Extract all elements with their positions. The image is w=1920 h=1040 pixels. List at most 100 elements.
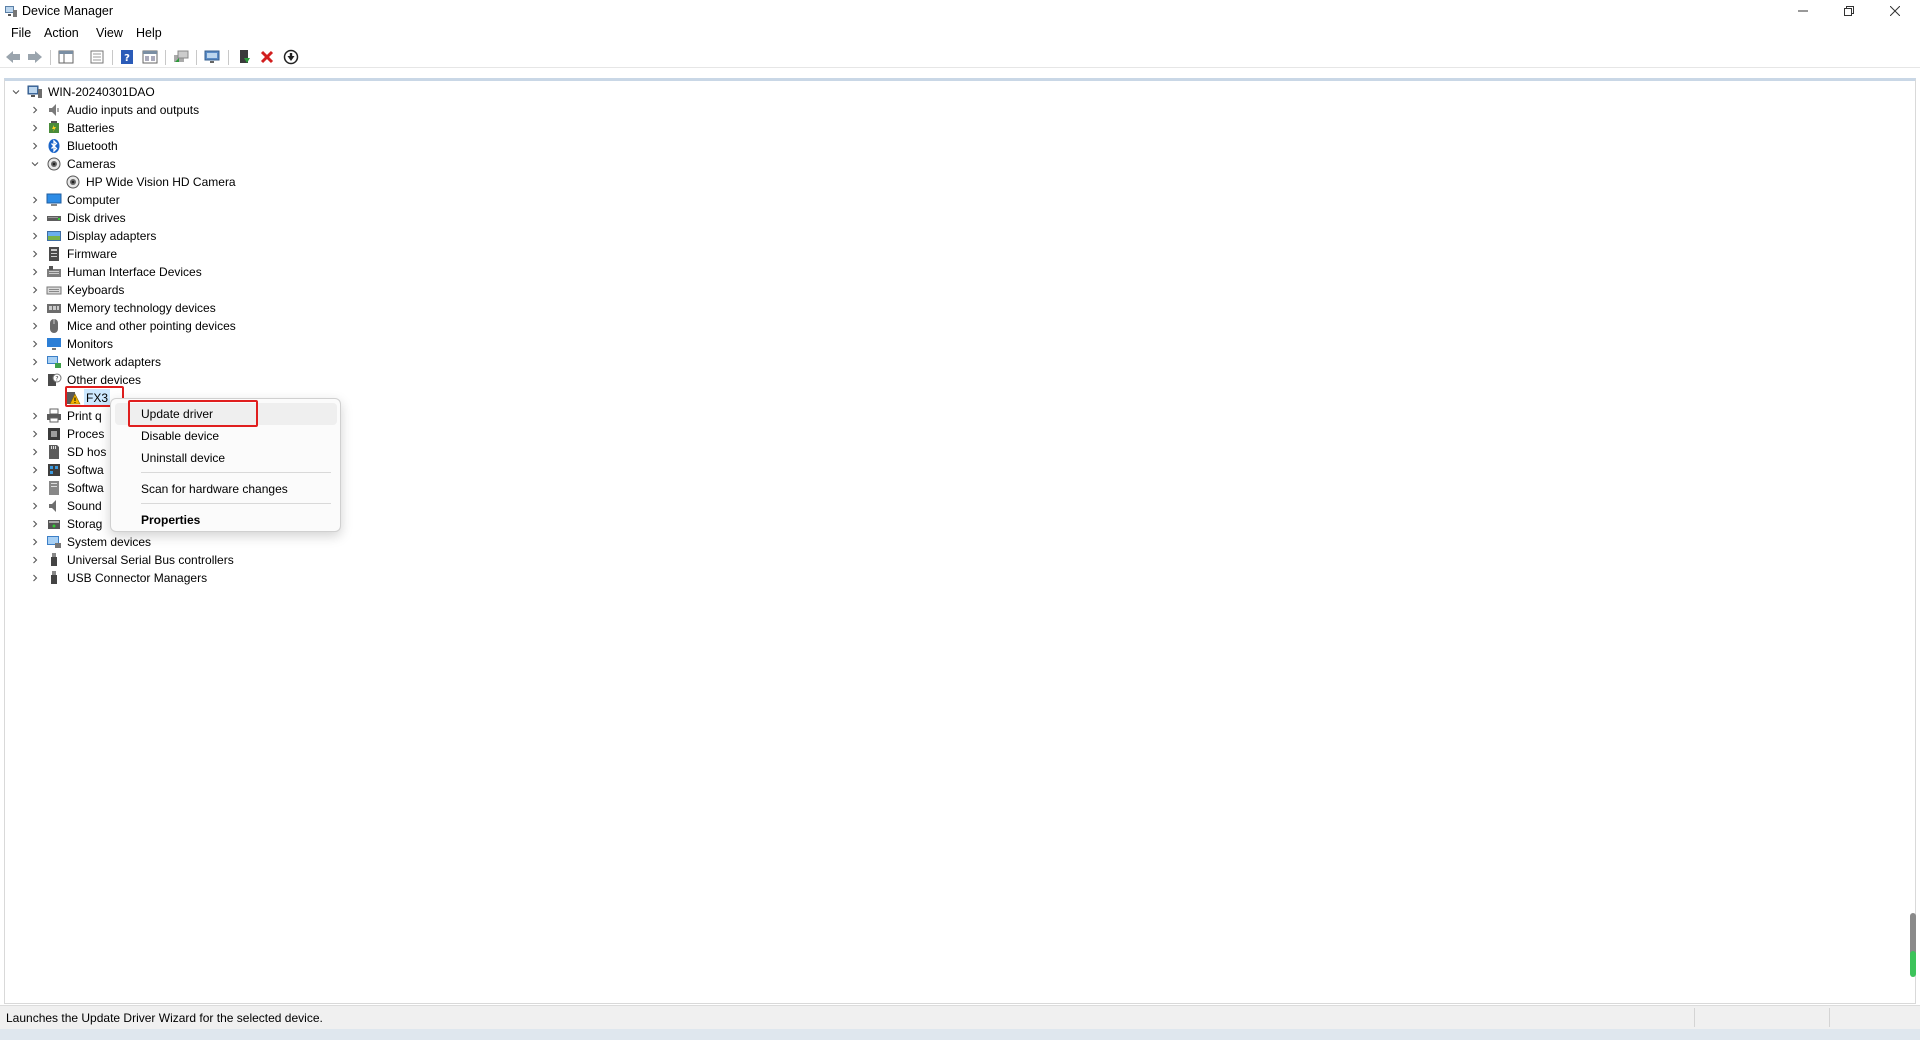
firmware-icon (46, 246, 62, 262)
tree-category[interactable]: Network adapters (30, 353, 163, 371)
ctx-disable-device[interactable]: Disable device (115, 425, 337, 447)
tree-category[interactable]: Proces (30, 425, 106, 443)
chevron-right-icon[interactable] (30, 195, 40, 205)
printer-icon (46, 408, 62, 424)
menu-help[interactable]: Help (134, 26, 164, 40)
chevron-right-icon[interactable] (30, 411, 40, 421)
tree-category[interactable]: Softwa (30, 461, 106, 479)
menu-action[interactable]: Action (42, 26, 81, 40)
svg-text:?: ? (124, 53, 130, 64)
chevron-right-icon[interactable] (30, 249, 40, 259)
chevron-right-icon[interactable] (30, 555, 40, 565)
tree-item-label: Storag (67, 517, 103, 531)
camera-icon (65, 174, 81, 190)
tree-category[interactable]: Batteries (30, 119, 116, 137)
chevron-right-icon[interactable] (30, 303, 40, 313)
chevron-right-icon[interactable] (30, 213, 40, 223)
chevron-right-icon[interactable] (30, 123, 40, 133)
minimize-button[interactable] (1780, 0, 1826, 22)
chevron-right-icon[interactable] (30, 519, 40, 529)
tree-category[interactable]: Disk drives (30, 209, 128, 227)
scan-hardware-icon[interactable] (204, 49, 222, 65)
tree-category[interactable]: Print q (30, 407, 104, 425)
chevron-right-icon[interactable] (30, 573, 40, 583)
device-tree-pane[interactable]: WIN-20240301DAO Audio inputs and outputs B… (4, 78, 1916, 1004)
root-computer-icon (27, 84, 43, 100)
show-hide-tree-icon[interactable] (57, 49, 75, 65)
tree-category[interactable]: Monitors (30, 335, 115, 353)
chevron-right-icon[interactable] (30, 267, 40, 277)
chevron-right-icon[interactable] (30, 483, 40, 493)
window-title: Device Manager (22, 4, 114, 18)
chevron-right-icon[interactable] (30, 429, 40, 439)
vertical-scrollbar[interactable] (1908, 81, 1916, 1001)
tree-category[interactable]: Display adapters (30, 227, 158, 245)
ctx-uninstall-device[interactable]: Uninstall device (115, 447, 337, 469)
processor-icon (46, 426, 62, 442)
tree-category[interactable]: Softwa (30, 479, 106, 497)
chevron-right-icon[interactable] (30, 321, 40, 331)
tree-category[interactable]: Firmware (30, 245, 119, 263)
chevron-right-icon[interactable] (30, 501, 40, 511)
tree-device[interactable]: HP Wide Vision HD Camera (49, 173, 238, 191)
tree-category[interactable]: SD hos (30, 443, 108, 461)
usb-icon (46, 570, 62, 586)
chevron-right-icon[interactable] (30, 285, 40, 295)
tree-category[interactable]: Bluetooth (30, 137, 120, 155)
system-devices-icon (46, 534, 62, 550)
uninstall-device-icon[interactable] (258, 49, 276, 65)
tree-root[interactable]: WIN-20240301DAO (11, 83, 157, 101)
tree-category[interactable]: Human Interface Devices (30, 263, 204, 281)
chevron-right-icon[interactable] (30, 231, 40, 241)
chevron-right-icon[interactable] (30, 105, 40, 115)
chevron-down-icon[interactable] (30, 375, 40, 385)
chevron-right-icon[interactable] (30, 465, 40, 475)
tree-category[interactable]: Cameras (30, 155, 118, 173)
toolbar-separator (112, 50, 113, 65)
chevron-down-icon[interactable] (30, 159, 40, 169)
toolbar-separator (50, 50, 51, 65)
tree-category[interactable]: Keyboards (30, 281, 126, 299)
chevron-right-icon[interactable] (30, 357, 40, 367)
menu-view[interactable]: View (94, 26, 125, 40)
tree-item-label: Audio inputs and outputs (67, 103, 200, 117)
camera-icon (46, 156, 62, 172)
resources-view-icon[interactable] (141, 49, 159, 65)
tree-category[interactable]: USB Connector Managers (30, 569, 209, 587)
tree-category[interactable]: System devices (30, 533, 153, 551)
chevron-down-icon[interactable] (11, 87, 21, 97)
ctx-properties[interactable]: Properties (115, 509, 337, 531)
menu-bar: File Action View Help (0, 24, 1920, 44)
software-component-icon (46, 462, 62, 478)
tree-category[interactable]: Mice and other pointing devices (30, 317, 238, 335)
restore-button[interactable] (1826, 0, 1872, 22)
tree-category[interactable]: Audio inputs and outputs (30, 101, 201, 119)
context-menu-separator (141, 503, 331, 504)
tree-category[interactable]: Storag (30, 515, 104, 533)
tree-category[interactable]: Memory technology devices (30, 299, 218, 317)
storage-icon (46, 516, 62, 532)
help-icon[interactable]: ? (118, 49, 136, 65)
chevron-right-icon[interactable] (30, 339, 40, 349)
menu-file[interactable]: File (9, 26, 33, 40)
ctx-scan-hardware[interactable]: Scan for hardware changes (115, 478, 337, 500)
chevron-right-icon[interactable] (30, 447, 40, 457)
enable-device-icon[interactable] (236, 49, 254, 65)
tree-category[interactable]: Computer (30, 191, 122, 209)
tree-category[interactable]: Universal Serial Bus controllers (30, 551, 236, 569)
tree-item-label: Mice and other pointing devices (67, 319, 236, 333)
back-icon[interactable] (4, 49, 22, 65)
properties-icon[interactable] (88, 49, 106, 65)
disable-device-icon[interactable] (282, 49, 300, 65)
tree-item-label: Softwa (67, 481, 104, 495)
tree-category[interactable]: Sound (30, 497, 104, 515)
chevron-right-icon[interactable] (30, 141, 40, 151)
close-button[interactable] (1872, 0, 1918, 22)
forward-icon[interactable] (26, 49, 44, 65)
update-driver-software-icon[interactable] (172, 49, 190, 65)
tree-item-label: HP Wide Vision HD Camera (86, 175, 236, 189)
chevron-right-icon[interactable] (30, 537, 40, 547)
speaker-icon (46, 102, 62, 118)
title-bar: Device Manager (0, 0, 1920, 22)
tree-item-label: System devices (67, 535, 152, 549)
